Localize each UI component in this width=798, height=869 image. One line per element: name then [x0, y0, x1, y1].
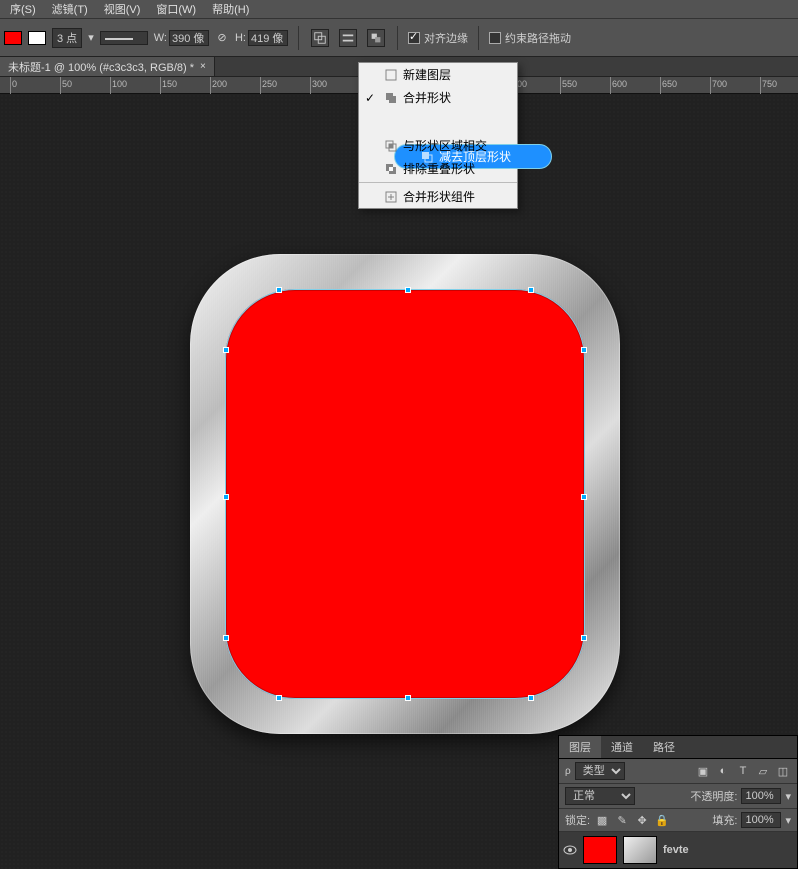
- menu-intersect[interactable]: 与形状区域相交: [359, 134, 517, 157]
- exclude-icon: [385, 163, 397, 175]
- menu-combine[interactable]: ✓ 合并形状: [359, 86, 517, 109]
- separator: [359, 182, 517, 183]
- width-input[interactable]: [169, 30, 209, 46]
- filter-adjust-icon[interactable]: ◐: [715, 763, 731, 779]
- filter-shape-icon[interactable]: ▱: [755, 763, 771, 779]
- artwork: [190, 254, 620, 734]
- stroke-width[interactable]: 3 点: [52, 28, 82, 48]
- layer-name[interactable]: fevte: [663, 844, 689, 856]
- merge-icon: [385, 191, 397, 203]
- filter-type-select[interactable]: 类型: [575, 762, 625, 780]
- opacity-input[interactable]: [741, 788, 781, 804]
- h-label: H:: [235, 32, 246, 44]
- filter-smart-icon[interactable]: ◫: [775, 763, 791, 779]
- filter-type-icon[interactable]: T: [735, 763, 751, 779]
- menu-exclude[interactable]: 排除重叠形状: [359, 157, 517, 180]
- lock-all-icon[interactable]: 🔒: [654, 812, 670, 828]
- combine-icon: [385, 92, 397, 104]
- layer-mask-thumbnail[interactable]: [623, 836, 657, 864]
- arrange-icon[interactable]: [367, 29, 385, 47]
- menu-new-layer[interactable]: 新建图层: [359, 63, 517, 86]
- lock-transparent-icon[interactable]: ▩: [594, 812, 610, 828]
- stroke-swatch[interactable]: [28, 31, 46, 45]
- stroke-style[interactable]: [100, 31, 148, 45]
- layers-panel: 图层 通道 路径 ρ 类型 ▣ ◐ T ▱ ◫ 正常 不透明度: ▾ 锁定: ▩…: [558, 735, 798, 869]
- link-wh-icon[interactable]: ⊘: [215, 31, 229, 44]
- options-bar: 3 点 ▾ W: ⊘ H: 对齐边缘 约束路径拖动: [0, 18, 798, 56]
- panel-tabs: 图层 通道 路径: [559, 736, 797, 759]
- menu-view[interactable]: 视图(V): [96, 1, 149, 17]
- layer-thumbnail[interactable]: [583, 836, 617, 864]
- path-ops-icon[interactable]: [311, 29, 329, 47]
- fill-swatch[interactable]: [4, 31, 22, 45]
- lock-pixels-icon[interactable]: ✎: [614, 812, 630, 828]
- check-icon: ✓: [365, 91, 375, 105]
- menu-help[interactable]: 帮助(H): [204, 1, 257, 17]
- divider: [397, 26, 398, 50]
- divider: [478, 26, 479, 50]
- document-tab[interactable]: 未标题-1 @ 100% (#c3c3c3, RGB/8) * ×: [0, 57, 215, 77]
- menu-order[interactable]: 序(S): [2, 1, 44, 17]
- dropdown-icon[interactable]: ▾: [785, 814, 791, 827]
- constrain-path-check[interactable]: 约束路径拖动: [489, 30, 571, 46]
- height-input[interactable]: [248, 30, 288, 46]
- lock-position-icon[interactable]: ✥: [634, 812, 650, 828]
- menu-window[interactable]: 窗口(W): [148, 1, 204, 17]
- tab-layers[interactable]: 图层: [559, 736, 601, 758]
- dropdown-icon[interactable]: ▾: [785, 790, 791, 803]
- red-rounded-rect[interactable]: [225, 289, 585, 699]
- menu-filter[interactable]: 滤镜(T): [44, 1, 96, 17]
- stroke-dropdown-icon[interactable]: ▾: [88, 31, 94, 44]
- blend-mode-select[interactable]: 正常: [565, 787, 635, 805]
- filter-pixel-icon[interactable]: ▣: [695, 763, 711, 779]
- align-edges-check[interactable]: 对齐边缘: [408, 30, 468, 46]
- tab-channels[interactable]: 通道: [601, 736, 643, 758]
- checkbox-icon: [408, 32, 420, 44]
- new-layer-icon: [385, 69, 397, 81]
- intersect-icon: [385, 140, 397, 152]
- close-tab-icon[interactable]: ×: [200, 61, 206, 72]
- tab-paths[interactable]: 路径: [643, 736, 685, 758]
- align-icon[interactable]: [339, 29, 357, 47]
- fill-input[interactable]: [741, 812, 781, 828]
- main-menu[interactable]: 序(S) 滤镜(T) 视图(V) 窗口(W) 帮助(H): [0, 0, 798, 18]
- visibility-icon[interactable]: [563, 843, 577, 857]
- divider: [298, 26, 299, 50]
- path-operations-menu: 新建图层 ✓ 合并形状 减去顶层形状 与形状区域相交 排除重叠形状 合并形状组件: [358, 62, 518, 209]
- w-label: W:: [154, 32, 167, 44]
- menu-merge-components[interactable]: 合并形状组件: [359, 185, 517, 208]
- checkbox-icon: [489, 32, 501, 44]
- layer-row[interactable]: fevte: [559, 832, 797, 868]
